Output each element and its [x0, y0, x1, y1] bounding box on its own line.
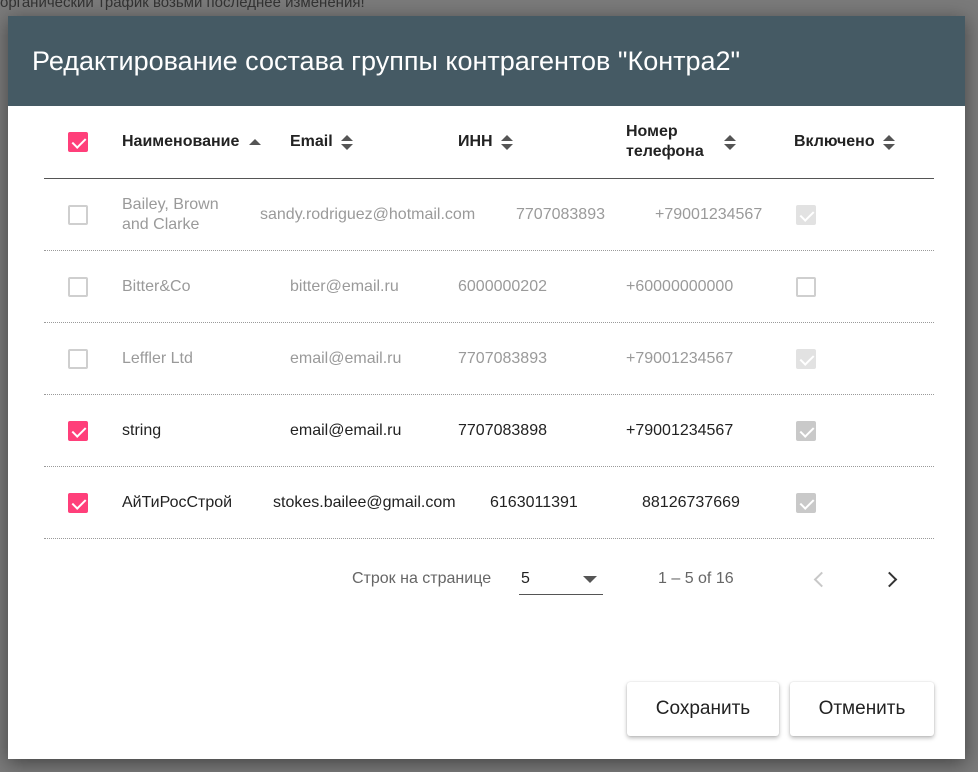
header-name[interactable]: Наименование — [122, 106, 265, 178]
header-name-label: Наименование — [122, 133, 240, 150]
row-email: sandy.rodriguez@hotmail.com — [260, 205, 476, 223]
row-name: Bitter&Co — [122, 277, 191, 295]
row-email: stokes.bailee@gmail.com — [273, 493, 456, 511]
row-select-checkbox[interactable] — [68, 204, 88, 225]
row-included-checkbox — [796, 492, 816, 513]
row-included-checkbox — [796, 348, 816, 369]
counterparties-table: Наименование Email ИНН Номер телефона Вк… — [44, 106, 934, 539]
row-phone: 88126737669 — [642, 493, 740, 511]
cancel-button[interactable]: Отменить — [790, 682, 934, 736]
row-phone: +79001234567 — [655, 205, 763, 223]
header-phone-label: Номер телефона — [626, 123, 704, 160]
table-row[interactable]: Bailey, Brown and Clarke sandy.rodriguez… — [44, 179, 934, 251]
page-range: 1 – 5 of 16 — [658, 570, 734, 587]
rows-per-page-value: 5 — [521, 570, 530, 587]
row-included-checkbox — [796, 420, 816, 441]
caret-down-icon — [583, 576, 597, 583]
sort-icon — [500, 134, 513, 150]
row-select-checkbox[interactable] — [68, 276, 88, 297]
header-email-label: Email — [290, 133, 333, 150]
edit-group-dialog: Редактирование состава группы контрагент… — [8, 16, 965, 759]
sort-asc-icon — [249, 139, 262, 145]
prev-page-button[interactable] — [808, 568, 830, 590]
row-inn: 7707083893 — [516, 205, 605, 223]
table-row[interactable]: АйТиРосСтрой stokes.bailee@gmail.com 616… — [44, 467, 934, 539]
row-select-checkbox[interactable] — [68, 492, 88, 513]
row-included-checkbox — [796, 204, 816, 225]
table-row[interactable]: string email@email.ru 7707083898 +790012… — [44, 395, 934, 467]
row-inn: 7707083893 — [458, 349, 547, 367]
header-included-label: Включено — [794, 133, 875, 150]
chevron-left-icon — [813, 571, 829, 587]
save-button[interactable]: Сохранить — [627, 682, 779, 736]
row-name: string — [122, 421, 162, 439]
table-row[interactable]: Leffler Ltd email@email.ru 7707083893 +7… — [44, 323, 934, 395]
sort-icon — [340, 134, 353, 150]
row-phone: +60000000000 — [626, 277, 734, 295]
row-included-checkbox — [796, 276, 816, 297]
row-email: email@email.ru — [290, 349, 402, 367]
rows-per-page-label: Строк на странице — [352, 570, 492, 587]
row-inn: 6163011391 — [490, 493, 578, 511]
table-header: Наименование Email ИНН Номер телефона Вк… — [44, 106, 934, 179]
row-name: Bailey, Brown and Clarke — [122, 195, 219, 233]
row-phone: +79001234567 — [626, 421, 734, 439]
header-inn-label: ИНН — [458, 133, 493, 150]
row-select-checkbox[interactable] — [68, 420, 88, 441]
sort-icon — [724, 134, 736, 150]
row-inn: 7707083898 — [458, 421, 547, 439]
background-text: органический трафик возьми последнее изм… — [0, 0, 365, 11]
select-all-cell — [68, 106, 88, 178]
header-phone[interactable]: Номер телефона — [626, 106, 736, 178]
dialog-title: Редактирование состава группы контрагент… — [8, 16, 965, 106]
select-all-checkbox[interactable] — [68, 132, 88, 152]
row-email: bitter@email.ru — [290, 277, 399, 295]
pagination: Строк на странице 5 1 – 5 of 16 — [8, 556, 965, 606]
row-name: АйТиРосСтрой — [122, 493, 233, 511]
row-name: Leffler Ltd — [122, 349, 193, 367]
header-email[interactable]: Email — [290, 106, 353, 178]
rows-per-page-select[interactable]: 5 — [519, 562, 603, 595]
next-page-button[interactable] — [880, 568, 902, 590]
header-included[interactable]: Включено — [794, 106, 895, 178]
header-inn[interactable]: ИНН — [458, 106, 513, 178]
row-inn: 6000000202 — [458, 277, 547, 295]
table-row[interactable]: Bitter&Co bitter@email.ru 6000000202 +60… — [44, 251, 934, 323]
sort-icon — [882, 134, 895, 150]
row-email: email@email.ru — [290, 421, 402, 439]
chevron-right-icon — [881, 571, 897, 587]
row-phone: +79001234567 — [626, 349, 734, 367]
row-select-checkbox[interactable] — [68, 348, 88, 369]
